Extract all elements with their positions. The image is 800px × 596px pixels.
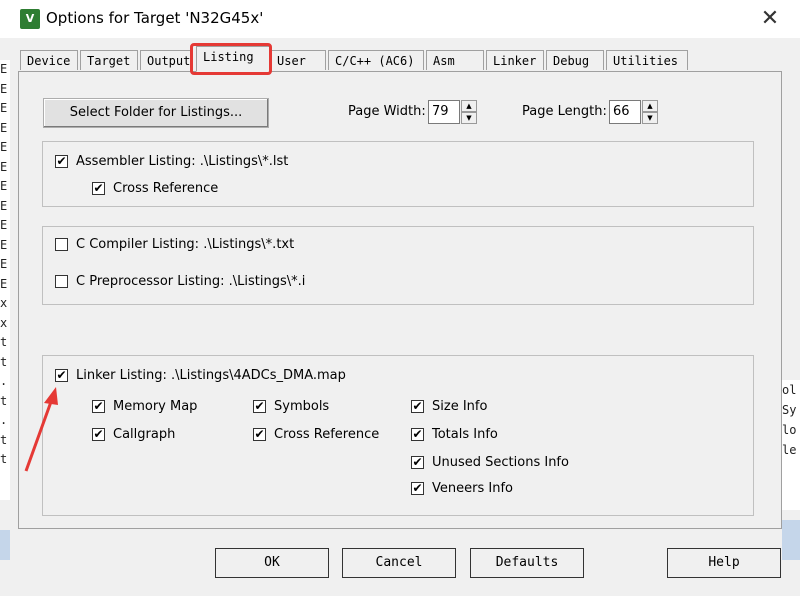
bg-text: E [0, 198, 8, 213]
assembler-listing-checkbox[interactable]: ✔ [55, 155, 68, 168]
tab-output[interactable]: Output [140, 50, 192, 70]
tab-c-cpp[interactable]: C/C++ (AC6) [328, 50, 424, 70]
close-button[interactable]: ✕ [758, 8, 782, 32]
listing-tab-highlight [190, 43, 272, 75]
bg-text: E [0, 179, 8, 193]
page-width-down[interactable]: ▼ [461, 112, 477, 124]
c-compiler-listing-label: C Compiler Listing: .\Listings\*.txt [76, 237, 295, 252]
tab-linker[interactable]: Linker [486, 50, 544, 70]
bg-text: E [0, 159, 8, 174]
bg-text: t [0, 393, 8, 408]
bg-text: E [0, 62, 8, 76]
bg-text: Sy [782, 403, 797, 417]
background-editor-right: ol Sy lo le [782, 380, 800, 510]
bg-text: t [0, 335, 8, 349]
bg-text: E [0, 237, 8, 252]
page-width-input[interactable]: 79 [428, 100, 460, 124]
asm-cross-reference-label: Cross Reference [113, 181, 219, 196]
page-width-up[interactable]: ▲ [461, 100, 477, 112]
memory-map-checkbox[interactable]: ✔ [92, 400, 105, 413]
veneers-info-checkbox[interactable]: ✔ [411, 482, 424, 495]
unused-sections-label: Unused Sections Info [432, 455, 569, 470]
symbols-checkbox[interactable]: ✔ [253, 400, 266, 413]
totals-info-checkbox[interactable]: ✔ [411, 428, 424, 441]
background-band [782, 520, 800, 560]
unused-sections-checkbox[interactable]: ✔ [411, 456, 424, 469]
annotation-arrow [24, 387, 58, 472]
bg-text: E [0, 218, 8, 232]
bg-text: ol [782, 383, 797, 397]
page-length-down[interactable]: ▼ [642, 112, 658, 124]
tab-debug[interactable]: Debug [546, 50, 604, 70]
veneers-info-label: Veneers Info [432, 481, 513, 496]
defaults-button[interactable]: Defaults [470, 548, 584, 578]
bg-text: . [0, 374, 8, 388]
bg-text: lo [782, 423, 797, 437]
tab-target[interactable]: Target [80, 50, 138, 70]
callgraph-checkbox[interactable]: ✔ [92, 428, 105, 441]
asm-cross-reference-checkbox[interactable]: ✔ [92, 182, 105, 195]
bg-text: E [0, 120, 8, 135]
memory-map-label: Memory Map [113, 399, 198, 414]
linker-listing-checkbox[interactable]: ✔ [55, 369, 68, 382]
help-button[interactable]: Help [667, 548, 781, 578]
linker-listing-label: Linker Listing: .\Listings\4ADCs_DMA.map [76, 368, 346, 383]
linker-cross-reference-checkbox[interactable]: ✔ [253, 428, 266, 441]
c-preprocessor-listing-checkbox[interactable] [55, 275, 68, 288]
bg-text: E [0, 276, 8, 291]
background-band [0, 530, 10, 560]
tab-device[interactable]: Device [20, 50, 78, 70]
keil-app-icon: V [20, 9, 40, 29]
bg-text: . [0, 413, 8, 427]
page-length-input[interactable]: 66 [609, 100, 641, 124]
callgraph-label: Callgraph [113, 427, 176, 442]
bg-text: t [0, 354, 8, 369]
background-editor-left: E E E E E E E E E E E E x x t t . t . t … [0, 60, 10, 500]
bg-text: le [782, 443, 797, 457]
title-bar: V Options for Target 'N32G45x' ✕ [0, 0, 800, 38]
page-width-label: Page Width: [348, 104, 426, 119]
symbols-label: Symbols [274, 399, 330, 414]
page-length-label: Page Length: [522, 104, 607, 119]
select-folder-button[interactable]: Select Folder for Listings... [43, 98, 269, 128]
c-compiler-listing-checkbox[interactable] [55, 238, 68, 251]
assembler-listing-label: Assembler Listing: .\Listings\*.lst [76, 154, 289, 169]
bg-text: E [0, 140, 8, 154]
page-length-up[interactable]: ▲ [642, 100, 658, 112]
bg-text: E [0, 257, 8, 271]
bg-text: E [0, 101, 8, 115]
bg-text: E [0, 81, 8, 96]
linker-cross-reference-label: Cross Reference [274, 427, 380, 442]
cancel-button[interactable]: Cancel [342, 548, 456, 578]
size-info-label: Size Info [432, 399, 488, 414]
assembler-group [42, 141, 754, 207]
totals-info-label: Totals Info [432, 427, 498, 442]
c-preprocessor-listing-label: C Preprocessor Listing: .\Listings\*.i [76, 274, 306, 289]
tab-user[interactable]: User [270, 50, 326, 70]
bg-text: t [0, 452, 8, 466]
bg-text: x [0, 296, 8, 310]
window-title: Options for Target 'N32G45x' [46, 9, 264, 27]
ok-button[interactable]: OK [215, 548, 329, 578]
bg-text: x [0, 315, 8, 330]
tab-utilities[interactable]: Utilities [606, 50, 688, 70]
tab-asm[interactable]: Asm [426, 50, 484, 70]
size-info-checkbox[interactable]: ✔ [411, 400, 424, 413]
bg-text: t [0, 432, 8, 447]
